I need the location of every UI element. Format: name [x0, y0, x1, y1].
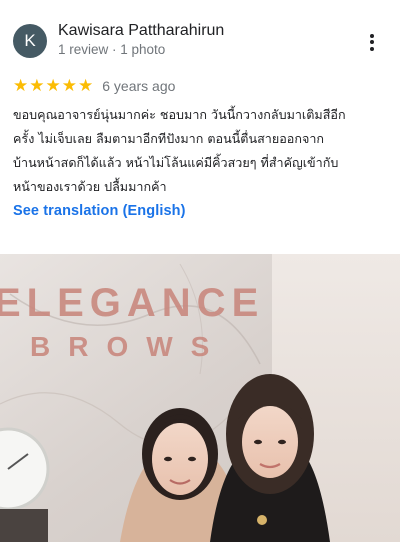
sign-line1: ELEGANCE: [0, 281, 264, 325]
sign-line2: BROWS: [30, 331, 227, 362]
review-time: 6 years ago: [102, 78, 176, 94]
star-icon: ★: [78, 75, 94, 96]
review-text-line: ขอบคุณอาจารย์นุ่นมากค่ะ ชอบมาก วันนี้กวา…: [13, 107, 346, 122]
rating-row: ★ ★ ★ ★ ★ 6 years ago: [13, 75, 175, 97]
more-vert-icon: [370, 33, 374, 38]
avatar[interactable]: K: [13, 24, 47, 58]
reviewer-name[interactable]: Kawisara Pattharahirun: [58, 22, 224, 40]
reviewer-meta: 1 review · 1 photo: [58, 42, 166, 57]
review-text: ขอบคุณอาจารย์นุ่นมากค่ะ ชอบมาก วันนี้กวา…: [13, 103, 389, 199]
star-rating: ★ ★ ★ ★ ★: [13, 75, 94, 96]
star-icon: ★: [29, 75, 45, 96]
elegance-sign: ELEGANCE BROWS: [0, 281, 264, 362]
review-header: K Kawisara Pattharahirun 1 review · 1 ph…: [0, 0, 400, 70]
review-text-line: หน้าของเราด้วย ปลื้มมากค้า: [13, 179, 167, 194]
star-icon: ★: [13, 75, 29, 96]
star-icon: ★: [61, 75, 77, 96]
photo-image: ELEGANCE BROWS: [0, 254, 400, 542]
review-photo[interactable]: ELEGANCE BROWS: [0, 254, 400, 542]
star-icon: ★: [45, 75, 61, 96]
see-translation-link[interactable]: See translation (English): [13, 203, 186, 219]
more-options-button[interactable]: [360, 30, 384, 54]
review-text-line: ครั้ง ไม่เจ็บเลย ลืมตามาอีกทีปังมาก ตอนน…: [13, 131, 325, 146]
review-text-line: บ้านหน้าสดก็ได้แล้ว หน้าไม่โล้นแค่มีคิ้ว…: [13, 155, 339, 170]
